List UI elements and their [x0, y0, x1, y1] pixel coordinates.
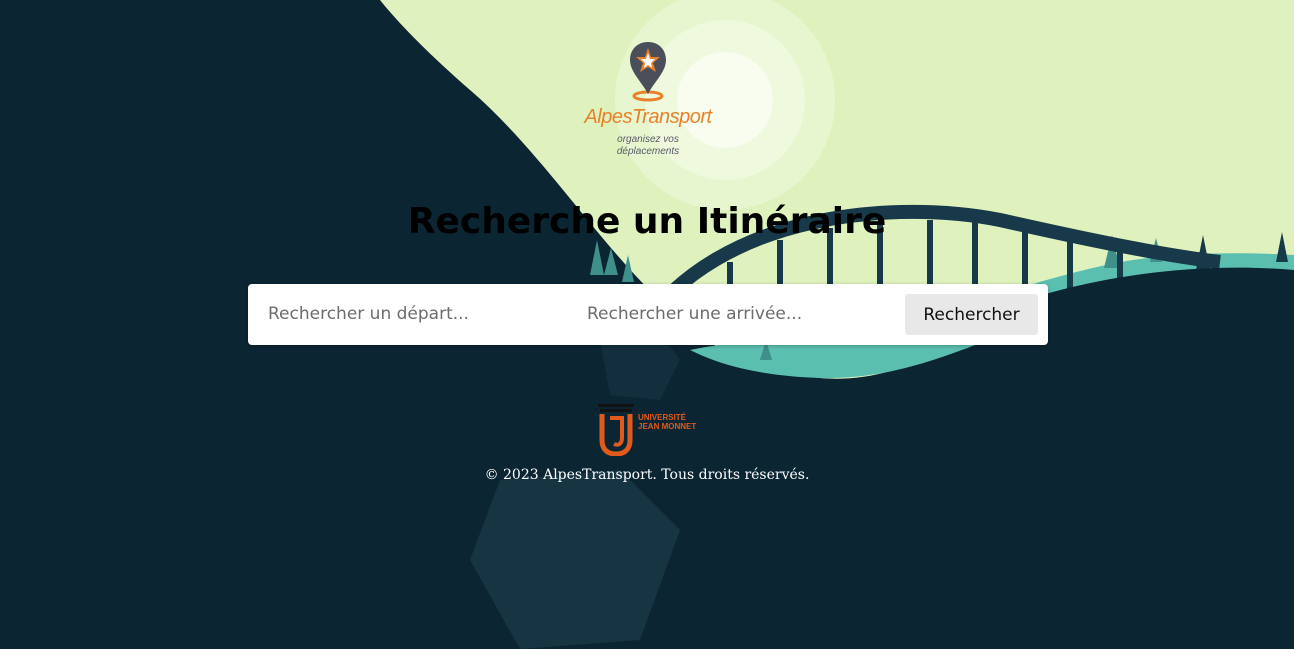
search-button[interactable]: Rechercher	[905, 294, 1038, 335]
tagline-line-1: organisez vos	[617, 134, 679, 145]
university-emblem-icon	[598, 404, 634, 456]
alpestransport-logo: AlpesTransport organisez vos déplacement…	[578, 40, 718, 164]
brand-name: AlpesTransport	[584, 106, 712, 128]
university-logo: UNIVERSITÉ JEAN MONNET	[598, 404, 698, 456]
arrival-search-input[interactable]	[587, 294, 887, 334]
university-name-line-1: UNIVERSITÉ	[638, 413, 687, 422]
departure-search-input[interactable]	[268, 294, 568, 334]
university-name-line-2: JEAN MONNET	[638, 422, 697, 431]
footer-copyright: © 2023 AlpesTransport. Tous droits réser…	[484, 467, 810, 483]
search-bar: Rechercher	[248, 284, 1048, 345]
brand-tagline: organisez vos déplacements	[608, 134, 688, 158]
tagline-line-2: déplacements	[616, 146, 680, 157]
location-pin-star-icon	[630, 42, 666, 102]
page-title: Recherche un Itinéraire	[407, 201, 887, 242]
